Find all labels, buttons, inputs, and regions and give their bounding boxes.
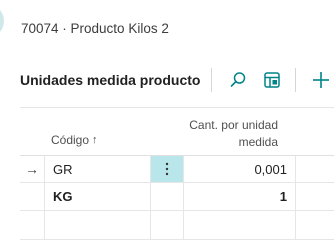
search-button[interactable]	[227, 69, 249, 91]
column-header-code-label: Código	[51, 133, 90, 147]
table-row[interactable]: KG 1	[20, 183, 334, 211]
more-options-icon	[165, 162, 169, 176]
column-header-qty[interactable]: Cant. por unidad medida	[158, 117, 278, 151]
sort-ascending-icon: ↑	[92, 134, 98, 146]
avatar	[0, 4, 4, 38]
cell-code[interactable]: GR	[53, 156, 73, 182]
grid-body: → GR 0,001 KG 1	[20, 155, 334, 240]
record-caption: 70074 · Producto Kilos 2	[21, 21, 169, 36]
table-row[interactable]: → GR 0,001	[20, 155, 334, 183]
toolbar-divider	[211, 68, 213, 92]
page: 70074 · Producto Kilos 2 Unidades medida…	[0, 0, 334, 243]
row-actions-button[interactable]	[151, 156, 183, 182]
grid-header: Código ↑ Cant. por unidad medida	[20, 108, 334, 154]
cell-qty[interactable]: 0,001	[183, 156, 287, 182]
plus-icon	[313, 72, 329, 88]
cell-qty[interactable]: 1	[183, 183, 287, 210]
search-icon	[231, 72, 246, 87]
table-row-empty[interactable]	[20, 211, 334, 240]
column-header-code[interactable]: Código ↑	[51, 133, 98, 147]
toolbar-divider	[295, 68, 297, 92]
row-indicator-arrow-icon: →	[25, 161, 39, 177]
part-title[interactable]: Unidades medida producto	[20, 72, 200, 88]
edit-in-excel-icon	[264, 72, 281, 88]
cell-code[interactable]: KG	[53, 183, 73, 210]
new-line-button[interactable]	[312, 69, 334, 91]
edit-in-excel-button[interactable]	[261, 69, 283, 91]
part-toolbar: Unidades medida producto	[20, 64, 334, 96]
